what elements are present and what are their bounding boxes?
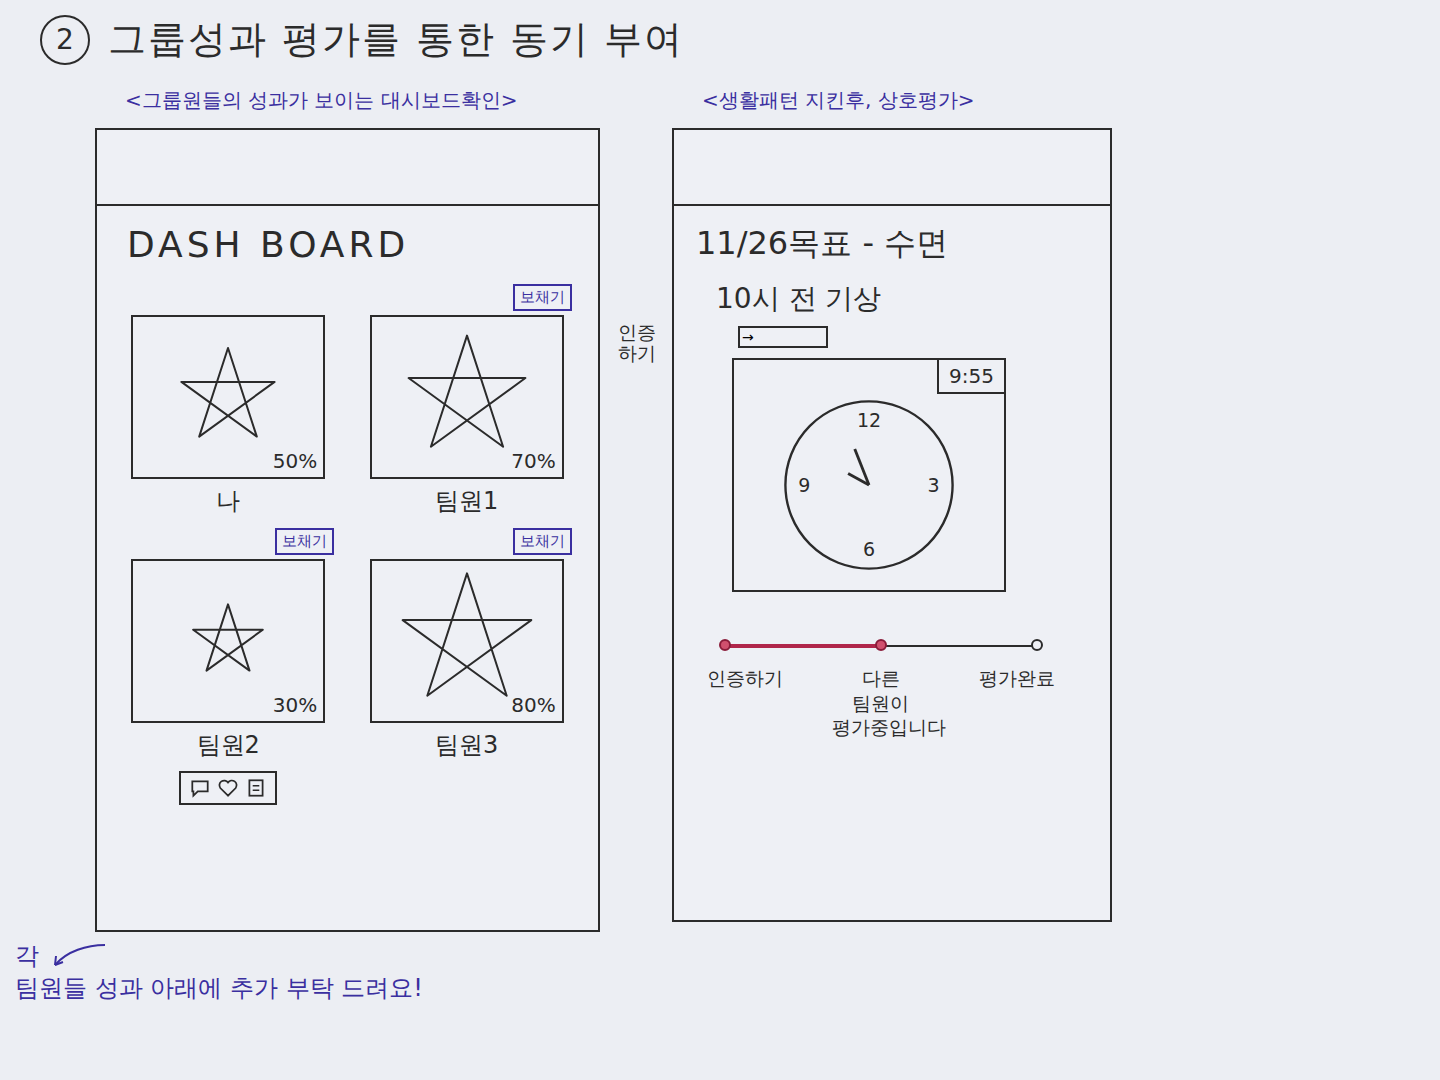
goal-title: 11/26목표 - 수면 [696, 222, 1088, 266]
step-labels: 인증하기 다른 팀원이 평가중입니다 평가완료 [696, 666, 1066, 740]
member-name: 팀원2 [197, 729, 260, 761]
step-label: 인증하기 [696, 666, 795, 740]
step-dots [719, 639, 1043, 651]
phone-header [97, 130, 598, 206]
note-line-first: 각 [15, 940, 600, 972]
reaction-bar [179, 771, 277, 805]
verify-column: <생활패턴 지킨후, 상호평가> 11/26목표 - 수면 10시 전 기상인증하기… [672, 87, 1112, 1004]
member-tile: 50% 나 [123, 279, 334, 517]
dashboard-heading: DASH BOARD [127, 224, 572, 265]
member-percent: 50% [273, 449, 317, 473]
member-card[interactable]: 30% [131, 559, 325, 723]
evaluation-progress: 인증하기 다른 팀원이 평가중입니다 평가완료 [696, 636, 1066, 740]
member-tile: 보채기 70% 팀원1 [362, 279, 573, 517]
dashboard-note: 각팀원들 성과 아래에 추가 부탁 드려요! [15, 940, 600, 1004]
title-number: 2 [40, 15, 90, 65]
member-percent: 70% [511, 449, 555, 473]
dashboard-phone: DASH BOARD50%나보채기70%팀원1보채기30%팀원2보채기80%팀원… [95, 128, 600, 932]
proof-photo: 9:55 12 3 6 9 [732, 358, 1006, 592]
verify-row: 인증하기→ [738, 326, 1088, 348]
member-grid: 50%나보채기70%팀원1보채기30%팀원2보채기80%팀원3 [123, 279, 572, 805]
arrow-icon [47, 941, 107, 971]
comment-icon[interactable] [189, 777, 211, 799]
member-percent: 80% [511, 693, 555, 717]
svg-text:9: 9 [798, 474, 810, 496]
nudge-button[interactable]: 보채기 [275, 528, 334, 555]
sketch-page: 2 그룹성과 평가를 통한 동기 부여 <그룹원들의 성과가 보이는 대시보드확인>… [0, 0, 1440, 1080]
nudge-button[interactable]: 보채기 [513, 528, 572, 555]
step-dot [719, 639, 731, 651]
share-icon[interactable] [245, 777, 267, 799]
verify-caption: <생활패턴 지킨후, 상호평가> [702, 87, 1112, 114]
note-line: 팀원들 성과 아래에 추가 부탁 드려요! [15, 972, 600, 1004]
dashboard-caption: <그룹원들의 성과가 보이는 대시보드확인> [125, 87, 600, 114]
member-tile: 보채기 80% 팀원3 [362, 523, 573, 805]
title-text: 그룹성과 평가를 통한 동기 부여 [108, 14, 684, 65]
member-name: 팀원1 [435, 485, 498, 517]
note-line: 각 [15, 940, 39, 972]
progress-track [726, 636, 1036, 656]
member-card[interactable]: 80% [370, 559, 564, 723]
verify-button[interactable]: → [738, 326, 828, 348]
svg-text:6: 6 [863, 538, 875, 560]
member-name: 나 [216, 485, 240, 517]
columns: <그룹원들의 성과가 보이는 대시보드확인>DASH BOARD50%나보채기7… [40, 87, 1420, 1004]
step-dot [1031, 639, 1043, 651]
dashboard-body: DASH BOARD50%나보채기70%팀원1보채기30%팀원2보채기80%팀원… [97, 206, 598, 825]
page-title: 2 그룹성과 평가를 통한 동기 부여 [40, 14, 1420, 65]
heart-icon[interactable] [217, 777, 239, 799]
photo-timestamp: 9:55 [937, 358, 1006, 394]
task-label: 10시 전 기상 [696, 280, 1088, 318]
verify-note: 인증하기 [618, 322, 660, 364]
step-label: 평가완료 [967, 666, 1066, 740]
verify-phone: 11/26목표 - 수면 10시 전 기상인증하기→ 9:55 12 3 6 9 인증하기 다른… [672, 128, 1112, 922]
verify-body: 11/26목표 - 수면 10시 전 기상인증하기→ 9:55 12 3 6 9 인증하기 다른… [674, 206, 1110, 760]
member-card[interactable]: 50% [131, 315, 325, 479]
nudge-slot: 보채기 [513, 279, 572, 315]
step-label: 다른 팀원이 평가중입니다 [832, 666, 931, 740]
nudge-slot: 보채기 [275, 523, 334, 559]
member-tile: 보채기 30% 팀원2 [123, 523, 334, 805]
dashboard-column: <그룹원들의 성과가 보이는 대시보드확인>DASH BOARD50%나보채기7… [95, 87, 600, 1004]
member-card[interactable]: 70% [370, 315, 564, 479]
svg-text:3: 3 [928, 474, 940, 496]
member-name: 팀원3 [435, 729, 498, 761]
member-percent: 30% [273, 693, 317, 717]
phone-header [674, 130, 1110, 206]
nudge-button[interactable]: 보채기 [513, 284, 572, 311]
clock-icon: 12 3 6 9 [774, 390, 964, 580]
nudge-slot: 보채기 [513, 523, 572, 559]
svg-text:12: 12 [857, 409, 881, 431]
step-dot [875, 639, 887, 651]
track-fill [726, 644, 881, 648]
